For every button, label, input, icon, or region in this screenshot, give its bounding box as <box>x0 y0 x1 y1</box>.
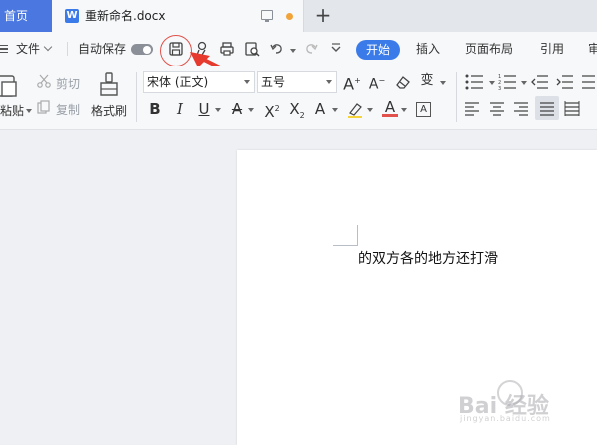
font-color-dropdown-icon[interactable] <box>401 108 407 112</box>
underline-icon[interactable]: U <box>196 99 212 119</box>
tab-bar: 首页 W 重新命名.docx + <box>0 0 597 32</box>
redo-icon[interactable] <box>303 41 319 57</box>
paste-button[interactable]: 粘贴 <box>0 102 33 119</box>
distributed-align-icon[interactable] <box>564 100 580 116</box>
autosave-toggle[interactable] <box>131 44 153 55</box>
decrease-indent-icon[interactable] <box>531 73 549 91</box>
text-direction-icon[interactable] <box>580 73 597 91</box>
tab-start[interactable]: 开始 <box>356 40 400 60</box>
bullet-list-dropdown-icon[interactable] <box>489 81 495 85</box>
increase-indent-icon[interactable] <box>556 73 574 91</box>
align-right-icon[interactable] <box>513 100 529 116</box>
copy-icon <box>37 100 50 114</box>
home-tab[interactable]: 首页 <box>0 0 52 32</box>
chevron-down-icon <box>244 80 250 84</box>
tab-page-layout[interactable]: 页面布局 <box>465 32 513 66</box>
baidu-watermark: Bai 经验 jingyan.baidu.com <box>458 388 551 423</box>
svg-text:3: 3 <box>498 86 501 91</box>
bold-icon[interactable]: B <box>147 99 163 119</box>
undo-icon[interactable] <box>269 41 285 57</box>
align-center-icon[interactable] <box>489 100 505 116</box>
grow-font-icon[interactable]: A+ <box>343 71 361 93</box>
highlight-dropdown-icon[interactable] <box>367 108 373 112</box>
paste-dropdown-icon <box>26 109 33 113</box>
watermark-url: jingyan.baidu.com <box>460 414 551 423</box>
more-icon[interactable] <box>328 41 344 57</box>
document-tab[interactable]: W 重新命名.docx <box>52 0 304 32</box>
file-menu[interactable]: 文件 <box>16 32 53 66</box>
autosave-label: 自动保存 <box>78 42 127 56</box>
highlight-icon[interactable] <box>346 101 364 119</box>
bullet-list-icon[interactable] <box>465 73 485 91</box>
font-size-value: 五号 <box>261 75 286 89</box>
italic-icon[interactable]: I <box>172 99 188 119</box>
phonetic-dropdown-icon[interactable] <box>440 81 446 85</box>
divider <box>136 72 137 122</box>
font-color-icon[interactable]: A <box>382 99 398 117</box>
align-left-icon[interactable] <box>464 100 480 116</box>
monitor-icon[interactable] <box>261 10 273 22</box>
chevron-down-icon <box>43 42 53 52</box>
document-body-text[interactable]: 的双方各的地方还打滑 <box>358 248 498 268</box>
font-size-select[interactable]: 五号 <box>257 71 337 93</box>
tab-references[interactable]: 引用 <box>540 32 564 66</box>
paste-icon[interactable] <box>0 72 20 98</box>
divider <box>456 72 457 122</box>
copy-button[interactable]: 复制 <box>56 101 80 118</box>
cut-button[interactable]: 剪切 <box>56 75 80 92</box>
superscript-icon[interactable]: X2 <box>262 99 282 121</box>
numbered-list-icon[interactable]: 123 <box>498 73 518 91</box>
unsaved-indicator <box>286 13 293 20</box>
underline-dropdown-icon[interactable] <box>215 108 221 112</box>
strikethrough-dropdown-icon[interactable] <box>248 108 254 112</box>
document-tab-title: 重新命名.docx <box>85 9 166 23</box>
char-border-icon[interactable]: A <box>416 102 431 117</box>
margin-corner-mark <box>333 225 358 246</box>
align-justify-icon <box>540 102 554 116</box>
font-family-value: 宋体 (正文) <box>147 75 209 89</box>
shrink-font-icon[interactable]: A− <box>368 71 386 93</box>
clear-format-icon[interactable] <box>395 74 411 90</box>
format-painter-button[interactable]: 格式刷 <box>91 102 127 119</box>
font-family-select[interactable]: 宋体 (正文) <box>143 71 255 93</box>
text-effect-icon[interactable]: A <box>312 99 328 119</box>
align-justify-button[interactable] <box>535 96 559 120</box>
phonetic-guide-icon[interactable]: 变 <box>418 71 436 91</box>
numbered-list-dropdown-icon[interactable] <box>521 81 527 85</box>
file-menu-label: 文件 <box>16 42 41 56</box>
paste-label: 粘贴 <box>0 104 25 118</box>
tab-insert[interactable]: 插入 <box>416 32 440 66</box>
tab-review[interactable]: 审 <box>588 32 597 66</box>
undo-dropdown-icon[interactable] <box>290 49 296 53</box>
new-tab-button[interactable]: + <box>312 3 334 27</box>
text-effect-dropdown-icon[interactable] <box>332 108 338 112</box>
cut-icon <box>37 74 51 88</box>
divider <box>67 42 68 56</box>
strikethrough-icon[interactable]: A <box>229 99 245 119</box>
menu-icon[interactable] <box>0 45 8 53</box>
ribbon: 粘贴 剪切 复制 格式刷 宋体 (正文) 五号 A+ A− 变 B I U A … <box>0 66 597 130</box>
format-painter-icon[interactable] <box>98 71 120 97</box>
word-doc-icon: W <box>65 9 79 23</box>
subscript-icon[interactable]: X2 <box>287 99 307 120</box>
chevron-down-icon <box>326 80 332 84</box>
